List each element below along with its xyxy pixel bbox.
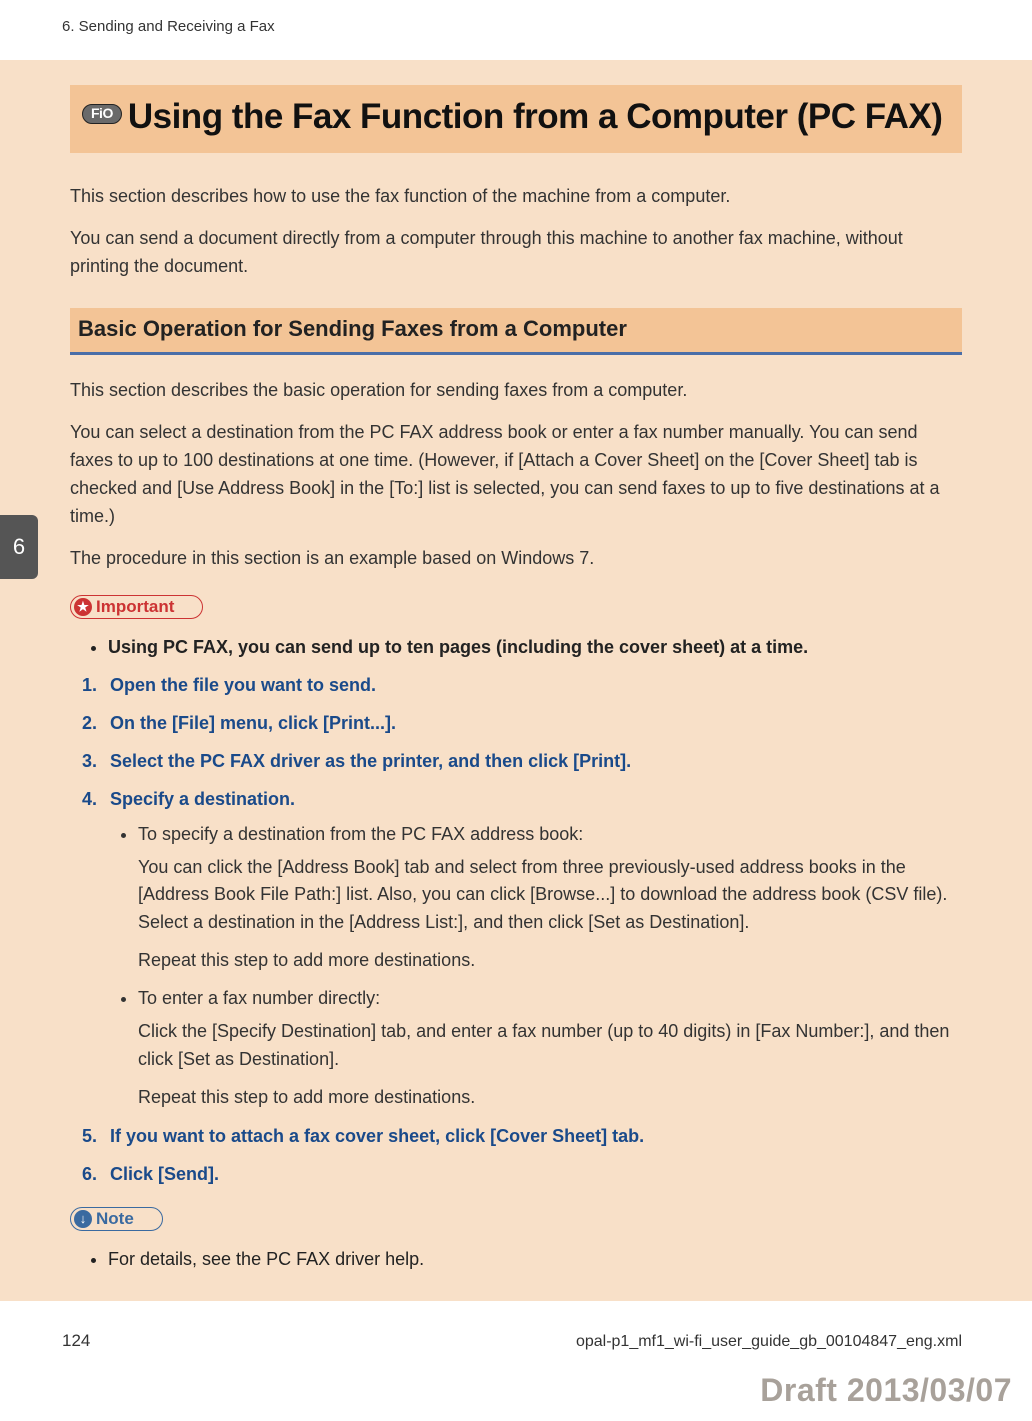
step-1: Open the file you want to send. — [110, 672, 962, 699]
page-title: FiO Using the Fax Function from a Compute… — [82, 95, 950, 139]
page-title-text: Using the Fax Function from a Computer (… — [128, 97, 943, 136]
step-4: Specify a destination. To specify a dest… — [110, 786, 962, 1112]
draft-stamp: Draft 2013/03/07 — [760, 1372, 1012, 1409]
step-4-sub-2-para-2: Repeat this step to add more destination… — [138, 1084, 962, 1112]
arrow-down-icon: ↓ — [74, 1210, 92, 1228]
step-6: Click [Send]. — [110, 1161, 962, 1188]
note-list: For details, see the PC FAX driver help. — [70, 1245, 962, 1274]
content-area: FiO Using the Fax Function from a Compute… — [0, 0, 1032, 1274]
important-list: Using PC FAX, you can send up to ten pag… — [70, 633, 962, 662]
steps-list: Open the file you want to send. On the [… — [70, 672, 962, 1188]
document-page: 6. Sending and Receiving a Fax 6 FiO Usin… — [0, 0, 1032, 1421]
intro-paragraph-1: This section describes how to use the fa… — [70, 183, 962, 211]
important-item: Using PC FAX, you can send up to ten pag… — [108, 633, 962, 662]
step-4-sub-1-para-2: Repeat this step to add more destination… — [138, 947, 962, 975]
step-4-sub-1-lead: To specify a destination from the PC FAX… — [138, 824, 583, 844]
basic-paragraph-2: You can select a destination from the PC… — [70, 419, 962, 531]
chapter-tab: 6 — [0, 515, 38, 579]
page-title-block: FiO Using the Fax Function from a Compute… — [70, 85, 962, 153]
running-header: 6. Sending and Receiving a Fax — [62, 18, 275, 35]
step-5: If you want to attach a fax cover sheet,… — [110, 1123, 962, 1150]
step-4-sub-2: To enter a fax number directly: Click th… — [138, 985, 962, 1112]
step-4-sublist: To specify a destination from the PC FAX… — [110, 821, 962, 1112]
note-item: For details, see the PC FAX driver help. — [108, 1245, 962, 1274]
step-2: On the [File] menu, click [Print...]. — [110, 710, 962, 737]
step-4-sub-2-lead: To enter a fax number directly: — [138, 988, 380, 1008]
step-4-sub-1-para-1: You can click the [Address Book] tab and… — [138, 854, 962, 938]
note-callout: ↓ Note — [70, 1207, 163, 1231]
star-icon: ★ — [74, 598, 92, 616]
fio-badge: FiO — [82, 104, 122, 125]
basic-paragraph-3: The procedure in this section is an exam… — [70, 545, 962, 573]
important-callout: ★ Important — [70, 595, 203, 619]
section-subheading: Basic Operation for Sending Faxes from a… — [70, 308, 962, 355]
step-4-title: Specify a destination. — [110, 789, 295, 809]
step-4-sub-1: To specify a destination from the PC FAX… — [138, 821, 962, 976]
step-3: Select the PC FAX driver as the printer,… — [110, 748, 962, 775]
basic-paragraph-1: This section describes the basic operati… — [70, 377, 962, 405]
source-file-label: opal-p1_mf1_wi-fi_user_guide_gb_00104847… — [576, 1333, 962, 1351]
step-4-sub-2-para-1: Click the [Specify Destination] tab, and… — [138, 1018, 962, 1074]
intro-paragraph-2: You can send a document directly from a … — [70, 225, 962, 281]
note-label: Note — [96, 1209, 134, 1229]
important-label: Important — [96, 597, 174, 617]
page-number: 124 — [62, 1331, 90, 1351]
